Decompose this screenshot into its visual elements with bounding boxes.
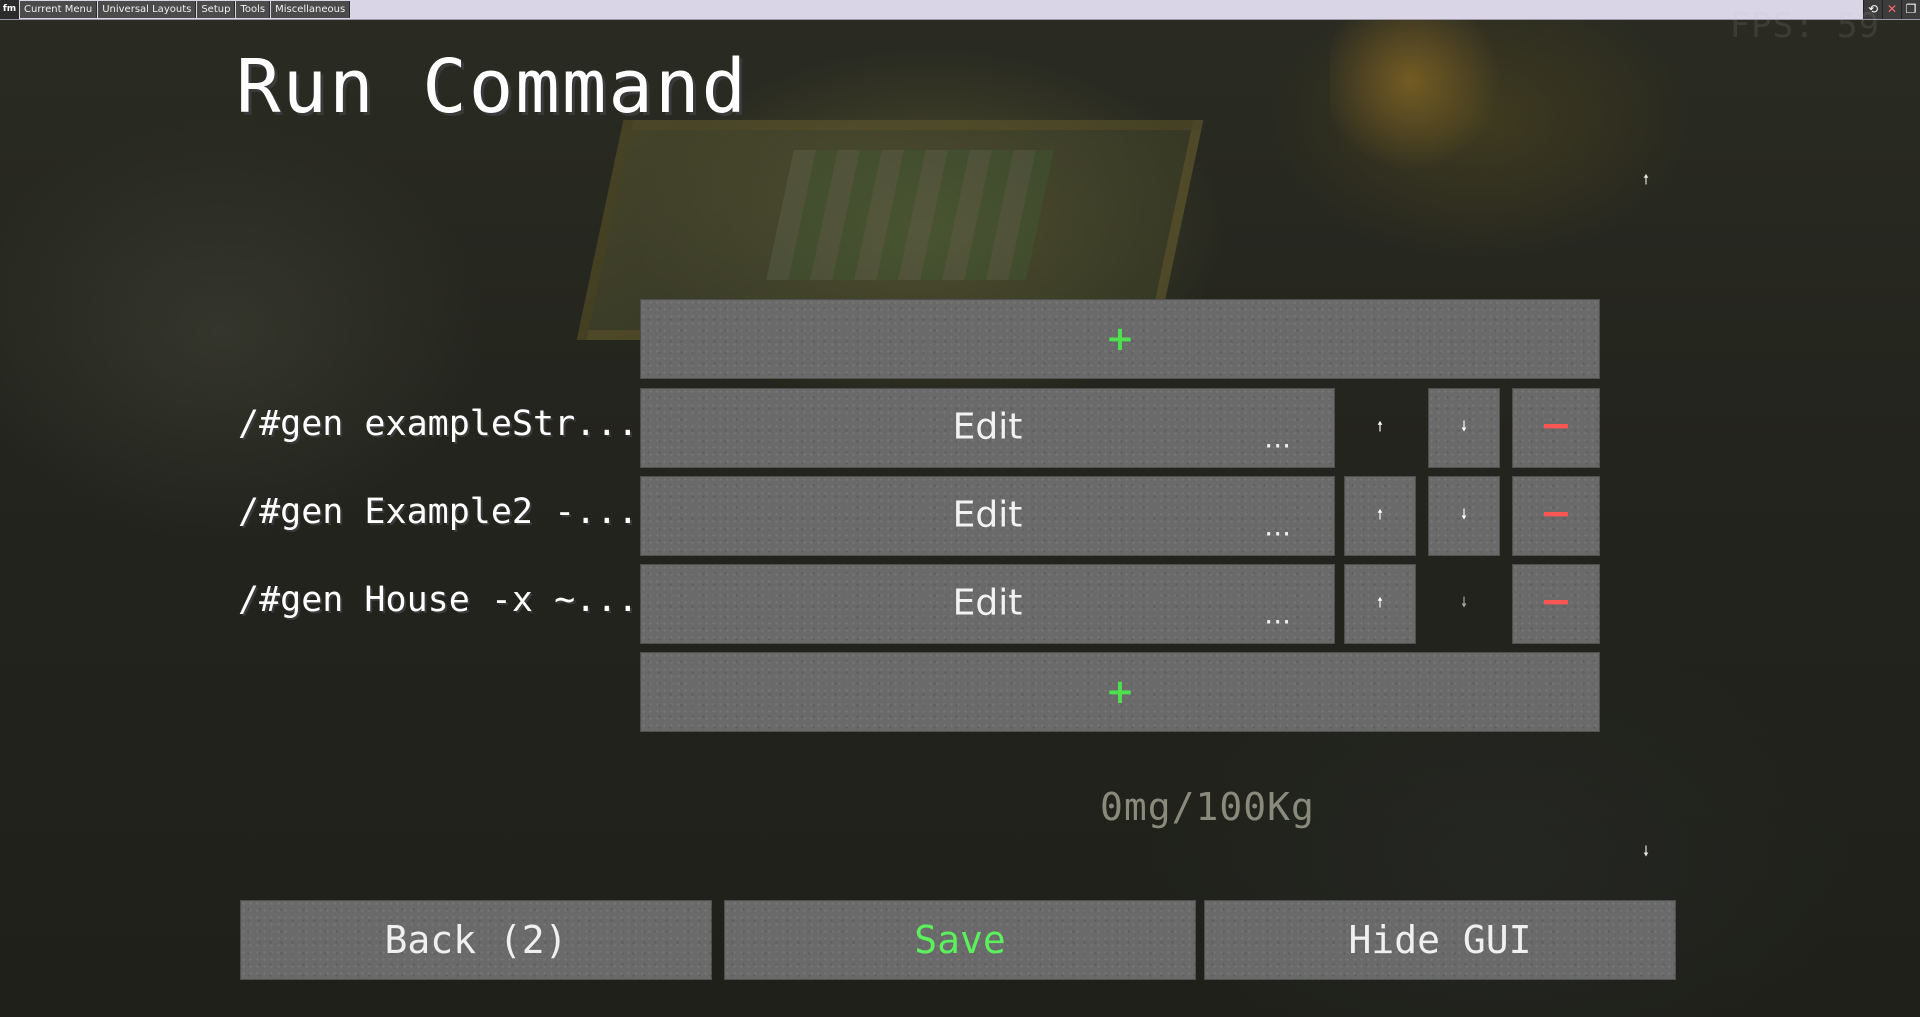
add-command-bottom-button[interactable]: + — [640, 652, 1600, 732]
remove-command-1-button[interactable]: − — [1512, 388, 1600, 468]
back-button[interactable]: Back (2) — [240, 900, 712, 980]
add-command-top-button[interactable]: + — [640, 299, 1600, 379]
save-button[interactable]: Save — [724, 900, 1196, 980]
arrow-down-icon: 🠗 — [1460, 507, 1467, 523]
minus-icon: − — [1540, 491, 1572, 535]
edit-command-1-button[interactable]: Edit ... — [640, 388, 1335, 468]
edit-command-3-button[interactable]: Edit ... — [640, 564, 1335, 644]
plus-icon: + — [1105, 319, 1135, 359]
arrow-down-icon: 🠗 — [1460, 419, 1467, 435]
more-icon: ... — [1264, 597, 1291, 631]
menu-miscellaneous[interactable]: Miscellaneous — [271, 1, 351, 18]
remove-command-3-button[interactable]: − — [1512, 564, 1600, 644]
remove-command-2-button[interactable]: − — [1512, 476, 1600, 556]
weight-readout: 0mg/100Kg — [1100, 785, 1315, 829]
command-label-3: /#gen House -x ~... — [238, 580, 639, 620]
app-logo: fm — [0, 0, 19, 19]
menu-bar: fm Current Menu Universal Layouts Setup … — [0, 0, 1920, 20]
arrow-up-icon: 🠕 — [1376, 507, 1383, 523]
move-down-command-1-button[interactable]: 🠗 — [1428, 388, 1500, 468]
plus-icon: + — [1105, 672, 1135, 712]
menu-setup[interactable]: Setup — [197, 1, 236, 18]
scroll-down-arrow-icon[interactable]: 🠗 — [1636, 842, 1656, 862]
edit-command-2-button[interactable]: Edit ... — [640, 476, 1335, 556]
restore-icon[interactable]: ❐ — [1901, 0, 1920, 19]
hide-gui-button[interactable]: Hide GUI — [1204, 900, 1676, 980]
fps-counter: FPS: 59 — [1729, 6, 1880, 46]
command-label-1: /#gen exampleStr... — [238, 404, 639, 444]
minus-icon: − — [1540, 403, 1572, 447]
minus-icon: − — [1540, 579, 1572, 623]
move-down-command-3-button: 🠗 — [1428, 564, 1500, 644]
back-label: Back (2) — [384, 918, 568, 962]
edit-label: Edit — [952, 406, 1023, 448]
arrow-down-icon: 🠗 — [1460, 595, 1467, 611]
scroll-up-arrow-icon[interactable]: 🠕 — [1636, 170, 1656, 190]
background-flower — [1330, 20, 1530, 170]
edit-label: Edit — [952, 494, 1023, 536]
move-up-command-1-button: 🠕 — [1344, 388, 1416, 468]
page-title: Run Command — [236, 44, 749, 130]
move-down-command-2-button[interactable]: 🠗 — [1428, 476, 1500, 556]
close-icon[interactable]: ✕ — [1882, 0, 1901, 19]
move-up-command-3-button[interactable]: 🠕 — [1344, 564, 1416, 644]
menu-current-menu[interactable]: Current Menu — [20, 1, 98, 18]
game-screen: fm Current Menu Universal Layouts Setup … — [0, 0, 1920, 1017]
more-icon: ... — [1264, 421, 1291, 455]
menu-universal-layouts[interactable]: Universal Layouts — [98, 1, 197, 18]
command-label-2: /#gen Example2 -... — [238, 492, 639, 532]
menu-tools[interactable]: Tools — [236, 1, 271, 18]
move-up-command-2-button[interactable]: 🠕 — [1344, 476, 1416, 556]
save-label: Save — [914, 918, 1006, 962]
more-icon: ... — [1264, 509, 1291, 543]
background-block-top — [766, 150, 1054, 280]
hide-gui-label: Hide GUI — [1348, 918, 1532, 962]
edit-label: Edit — [952, 582, 1023, 624]
arrow-up-icon: 🠕 — [1376, 419, 1383, 435]
arrow-up-icon: 🠕 — [1376, 595, 1383, 611]
